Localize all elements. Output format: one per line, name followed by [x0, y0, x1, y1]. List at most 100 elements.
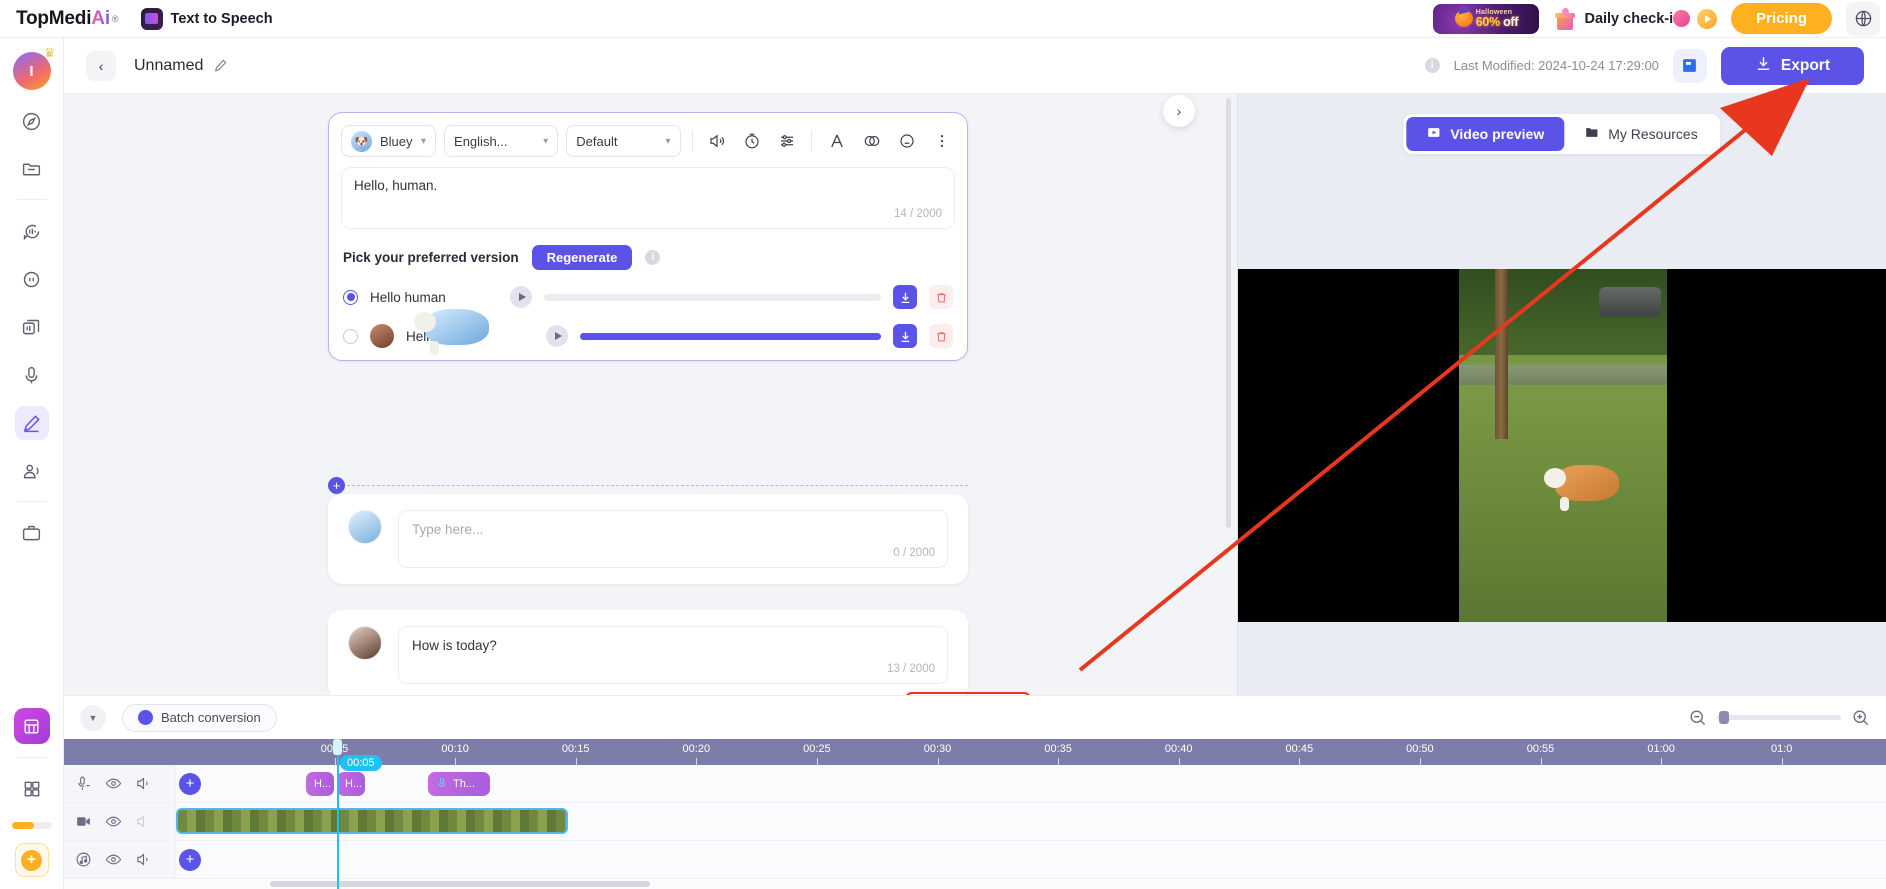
info-icon[interactable]: i	[1424, 58, 1440, 73]
pause-icon[interactable]	[858, 127, 885, 155]
sidebar-item-toolbox[interactable]	[15, 516, 49, 550]
language-selector[interactable]: English... ▾	[444, 125, 559, 157]
plus-circle-icon[interactable]: +	[328, 477, 345, 494]
style-selector[interactable]: Default ▾	[566, 125, 681, 157]
tab-my-resources[interactable]: My Resources	[1564, 117, 1717, 151]
gift-box-icon[interactable]	[13, 708, 50, 744]
video-icon	[1426, 125, 1441, 143]
volume-icon[interactable]	[704, 127, 731, 155]
download-icon[interactable]	[893, 324, 917, 348]
brand-logo[interactable]: TopMedi Ai ®	[16, 8, 119, 30]
video-clip-1[interactable]	[176, 808, 568, 834]
version-waveform-1[interactable]	[544, 293, 881, 301]
chevron-left-icon[interactable]: ‹	[86, 50, 116, 81]
caret-down-icon[interactable]: ▼	[80, 704, 106, 731]
music-track-icon[interactable]	[75, 851, 92, 868]
trash-icon[interactable]	[929, 324, 953, 348]
left-sidebar: I ♛ +	[0, 38, 64, 889]
download-icon	[1755, 55, 1772, 77]
version-waveform-2[interactable]	[580, 332, 881, 340]
pricing-button[interactable]: Pricing	[1731, 3, 1832, 34]
settings-sliders-icon[interactable]	[773, 127, 800, 155]
play-icon[interactable]	[546, 325, 568, 347]
user-avatar-wrapper[interactable]: I ♛	[12, 45, 56, 90]
text-input-2[interactable]: Type here... 0 / 2000	[398, 510, 948, 568]
main-text-input[interactable]: Hello, human. 14 / 2000	[341, 167, 955, 229]
eye-icon[interactable]	[105, 813, 122, 830]
sidebar-item-ai-presenter[interactable]	[15, 454, 49, 488]
video-track-icon[interactable]	[75, 813, 92, 830]
play-icon[interactable]	[510, 286, 532, 308]
voice-clip-3[interactable]: Th...	[428, 772, 490, 796]
girl-avatar-1[interactable]	[348, 626, 382, 660]
zoom-slider[interactable]	[1717, 711, 1841, 724]
pronunciation-icon[interactable]	[823, 127, 850, 155]
add-block-row: +	[328, 477, 968, 494]
speed-icon[interactable]	[738, 127, 765, 155]
sidebar-item-voice-cloning[interactable]	[15, 310, 49, 344]
zoom-slider-handle[interactable]	[1719, 711, 1729, 724]
speaker-icon[interactable]	[135, 851, 152, 868]
download-icon[interactable]	[893, 285, 917, 309]
tab-video-preview[interactable]: Video preview	[1406, 117, 1565, 151]
playhead-handle[interactable]	[333, 739, 342, 755]
halloween-promo-banner[interactable]: Halloween 60% off	[1433, 3, 1540, 34]
batch-conversion-button[interactable]: Batch conversion	[122, 703, 277, 732]
sidebar-item-folder[interactable]	[15, 152, 49, 186]
version-radio-1[interactable]	[343, 289, 358, 305]
video-track-lane[interactable]	[176, 803, 1886, 840]
eye-icon[interactable]	[105, 851, 122, 868]
regenerate-button[interactable]: Regenerate	[531, 245, 633, 270]
zoom-in-icon[interactable]	[1851, 708, 1870, 727]
bluey-avatar[interactable]	[348, 510, 382, 544]
ruler-tick-label: 00:25	[803, 743, 831, 755]
voice-clip-2[interactable]: H...	[337, 772, 365, 796]
chevron-down-icon: ▾	[421, 135, 427, 147]
music-track-lane[interactable]	[176, 841, 1886, 878]
add-credits-button[interactable]: +	[14, 843, 49, 877]
voice-track-controls: +	[64, 765, 201, 802]
sidebar-item-text-to-speech[interactable]	[14, 406, 49, 440]
voice-clip-3-label: Th...	[453, 778, 476, 790]
globe-icon[interactable]	[1846, 1, 1880, 36]
ruler-tick: 00:25	[803, 739, 831, 765]
play-coin-icon[interactable]	[1697, 8, 1718, 29]
zoom-out-icon[interactable]	[1688, 708, 1707, 727]
daily-checkin-button[interactable]: Daily check-i	[1553, 6, 1718, 30]
sidebar-item-voice-chat[interactable]	[15, 214, 49, 248]
save-icon[interactable]	[1672, 48, 1707, 83]
speaker-icon[interactable]	[135, 775, 152, 792]
export-button[interactable]: Export	[1720, 46, 1864, 85]
main-char-count: 14 / 2000	[894, 208, 942, 220]
voice-clip-1[interactable]: H...	[306, 772, 334, 796]
app-title-chip[interactable]: Text to Speech	[140, 7, 273, 30]
voice-selector[interactable]: 🐶 Bluey ▾	[341, 125, 437, 157]
video-fence	[1458, 365, 1667, 385]
info-icon[interactable]: i	[645, 250, 661, 265]
pencil-icon[interactable]	[213, 58, 228, 73]
timeline-horizontal-scrollbar[interactable]	[270, 881, 650, 887]
export-label: Export	[1780, 56, 1830, 74]
speaker-muted-icon[interactable]	[135, 813, 152, 830]
text-to-speech-icon	[140, 7, 163, 30]
chevron-right-icon[interactable]: ›	[1163, 95, 1195, 127]
text-input-3[interactable]: How is today? 13 / 2000	[398, 626, 948, 684]
video-stage[interactable]	[1238, 269, 1886, 622]
bluey-avatar	[414, 309, 489, 355]
more-options-icon[interactable]	[928, 127, 955, 155]
editor-scrollbar[interactable]	[1226, 98, 1231, 528]
language-name: English...	[454, 133, 508, 149]
apps-grid-icon[interactable]	[15, 772, 49, 806]
emotion-icon[interactable]	[893, 127, 920, 155]
mic-track-icon[interactable]	[75, 775, 92, 792]
sidebar-item-voice-changer[interactable]	[15, 262, 49, 296]
top-bar-actions: Halloween 60% off Daily check-i Pricing	[1433, 1, 1880, 36]
tab-video-preview-label: Video preview	[1450, 126, 1545, 142]
voice-track-lane[interactable]: H... H... Th...	[176, 765, 1886, 802]
version-radio-2[interactable]	[343, 328, 358, 344]
trash-icon[interactable]	[929, 285, 953, 309]
sidebar-item-explore[interactable]	[15, 104, 49, 138]
eye-icon[interactable]	[105, 775, 122, 792]
sidebar-item-ai-microphone[interactable]	[15, 358, 49, 392]
voice-clip-1-label: H...	[314, 778, 332, 790]
